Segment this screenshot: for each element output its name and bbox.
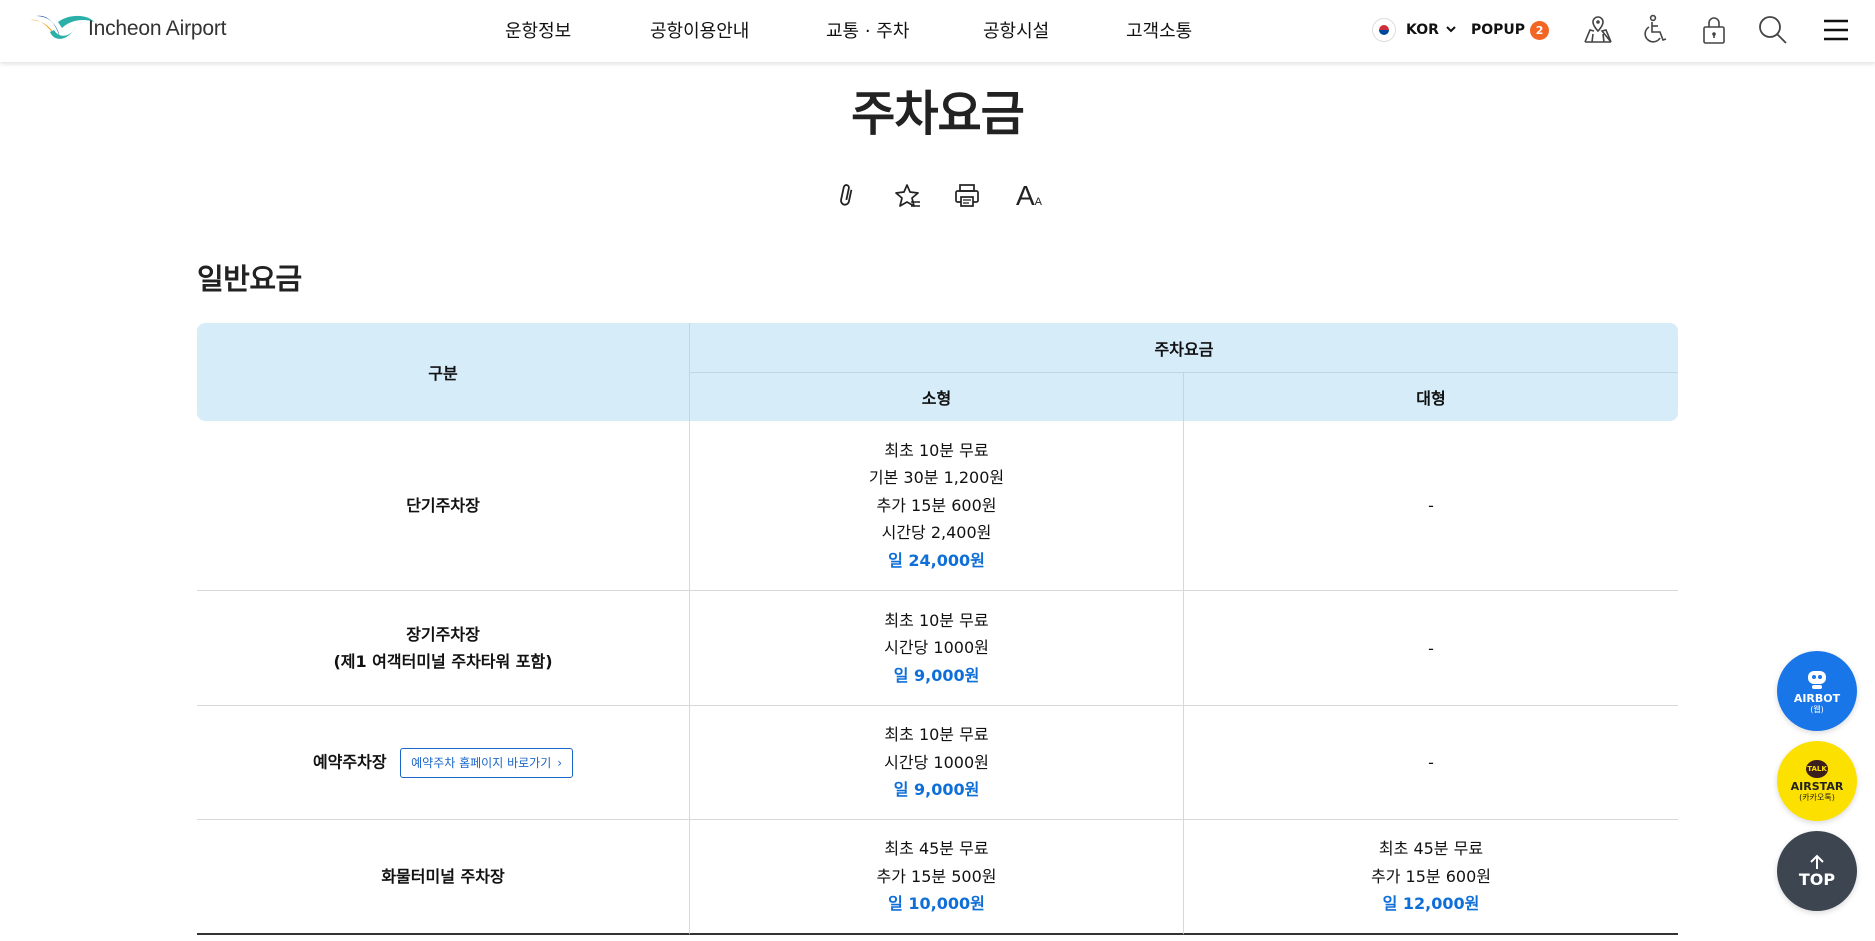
airstar-subtitle: (카카오톡): [1799, 792, 1835, 802]
fee-line: 최초 10분 무료: [884, 440, 989, 460]
small-fee-cell: 최초 45분 무료 추가 15분 500원 일 10,000원: [690, 820, 1184, 935]
page-tools: AA: [0, 180, 1875, 212]
fee-line: 추가 15분 500원: [876, 866, 997, 886]
category-cell: 장기주차장 (제1 여객터미널 주차타워 포함): [197, 591, 690, 706]
map-icon[interactable]: [1580, 12, 1616, 48]
fee-line: 시간당 2,400원: [881, 523, 992, 543]
large-fee-cell: -: [1184, 591, 1678, 706]
nav-customer-service[interactable]: 고객소통: [1126, 17, 1192, 43]
airstar-title: AIRSTAR: [1790, 779, 1844, 793]
fee-line: 시간당 1000원: [884, 752, 989, 772]
reservation-link-label: 예약주차 홈페이지 바로가기: [411, 755, 552, 770]
small-fee-cell: 최초 10분 무료 시간당 1000원 일 9,000원: [690, 706, 1184, 820]
language-label: KOR: [1406, 22, 1439, 38]
font-size-small-letter: A: [1034, 196, 1043, 208]
korea-flag-icon: [1372, 18, 1396, 42]
attachment-icon[interactable]: [830, 180, 864, 212]
popup-button[interactable]: POPUP 2: [1471, 0, 1550, 60]
menu-icon[interactable]: [1818, 12, 1854, 48]
category-note: (제1 여객터미널 주차타워 포함): [333, 652, 553, 671]
site-header: Incheon Airport 운항정보 공항이용안내 교통 · 주차 공항시설…: [0, 0, 1875, 62]
print-icon[interactable]: [950, 180, 984, 212]
parking-fee-table: 구분 주차요금 소형 대형 단기주차장 최초 10분 무료 기본 30분 1,2…: [197, 323, 1678, 935]
scroll-top-button[interactable]: TOP: [1777, 831, 1857, 911]
fee-line: 최초 10분 무료: [884, 610, 989, 630]
header-large-car: 대형: [1184, 373, 1678, 421]
fee-line: 추가 15분 600원: [876, 495, 997, 515]
section-title: 일반요금: [197, 262, 302, 296]
popup-count-badge: 2: [1530, 20, 1550, 40]
small-fee-cell: 최초 10분 무료 기본 30분 1,200원 추가 15분 600원 시간당 …: [690, 421, 1184, 591]
fee-line: 기본 30분 1,200원: [868, 468, 1005, 488]
category-cell: 화물터미널 주차장: [197, 820, 690, 935]
large-fee-cell: -: [1184, 421, 1678, 591]
favorite-icon[interactable]: [890, 180, 924, 212]
header-small-car: 소형: [690, 373, 1184, 421]
category-cell: 예약주차장 예약주차 홈페이지 바로가기 ›: [197, 706, 690, 820]
daily-max-fee: 일 24,000원: [888, 550, 985, 570]
font-size-big-letter: A: [1015, 180, 1035, 211]
airbot-button[interactable]: AIRBOT (웹): [1777, 651, 1857, 731]
reservation-homepage-link[interactable]: 예약주차 홈페이지 바로가기 ›: [400, 747, 574, 778]
arrow-up-icon: [1810, 854, 1824, 869]
fee-line: 최초 45분 무료: [884, 839, 989, 859]
page-title: 주차요금: [851, 86, 1025, 142]
search-icon[interactable]: [1755, 12, 1791, 48]
large-fee-cell: 최초 45분 무료 추가 15분 600원 일 12,000원: [1184, 820, 1678, 935]
category-label: 장기주차장: [406, 625, 480, 644]
table-row-reservation: 예약주차장 예약주차 홈페이지 바로가기 › 최초 10분 무료 시간당 1000…: [197, 706, 1678, 820]
logo-text: Incheon Airport: [88, 17, 227, 40]
fee-line: 최초 45분 무료: [1378, 839, 1484, 859]
chevron-right-icon: ›: [557, 755, 563, 770]
chevron-down-icon: [1445, 23, 1457, 38]
kakaotalk-icon: TALK: [1806, 759, 1828, 778]
nav-airport-guide[interactable]: 공항이용안내: [650, 17, 826, 43]
category-cell: 단기주차장: [197, 421, 690, 591]
daily-max-fee: 일 9,000원: [893, 780, 980, 800]
nav-transport-parking[interactable]: 교통 · 주차: [826, 17, 983, 43]
main-navigation: 운항정보 공항이용안내 교통 · 주차 공항시설 고객소통: [505, 0, 1192, 60]
airstar-button[interactable]: TALK AIRSTAR (카카오톡): [1777, 741, 1857, 821]
robot-icon: [1808, 670, 1826, 689]
accessibility-icon[interactable]: [1637, 12, 1673, 48]
language-selector[interactable]: KOR: [1372, 0, 1457, 60]
table-row-short-term: 단기주차장 최초 10분 무료 기본 30분 1,200원 추가 15분 600…: [197, 421, 1678, 591]
table-row-long-term: 장기주차장 (제1 여객터미널 주차타워 포함) 최초 10분 무료 시간당 1…: [197, 591, 1678, 706]
popup-label: POPUP: [1471, 22, 1526, 38]
daily-max-fee: 일 9,000원: [893, 665, 980, 685]
fee-line: 추가 15분 600원: [1371, 866, 1491, 886]
category-label: 예약주차장: [312, 752, 387, 771]
fee-line: 최초 10분 무료: [884, 725, 989, 745]
top-label: TOP: [1798, 869, 1836, 889]
font-size-icon[interactable]: AA: [1010, 180, 1048, 212]
nav-flight-info[interactable]: 운항정보: [505, 17, 650, 43]
airbot-title: AIRBOT: [1793, 691, 1841, 705]
daily-max-fee: 일 12,000원: [1382, 894, 1480, 914]
header-parking-fee: 주차요금: [690, 323, 1678, 373]
large-fee-cell: -: [1184, 706, 1678, 820]
table-row-cargo-terminal: 화물터미널 주차장 최초 45분 무료 추가 15분 500원 일 10,000…: [197, 820, 1678, 935]
lock-icon[interactable]: [1696, 12, 1732, 48]
nav-airport-facilities[interactable]: 공항시설: [983, 17, 1126, 43]
airbot-subtitle: (웹): [1810, 704, 1824, 714]
daily-max-fee: 일 10,000원: [888, 894, 985, 914]
header-category: 구분: [197, 323, 690, 421]
incheon-airport-logo[interactable]: Incheon Airport: [28, 12, 226, 46]
fee-line: 시간당 1000원: [884, 638, 989, 658]
small-fee-cell: 최초 10분 무료 시간당 1000원 일 9,000원: [690, 591, 1184, 706]
